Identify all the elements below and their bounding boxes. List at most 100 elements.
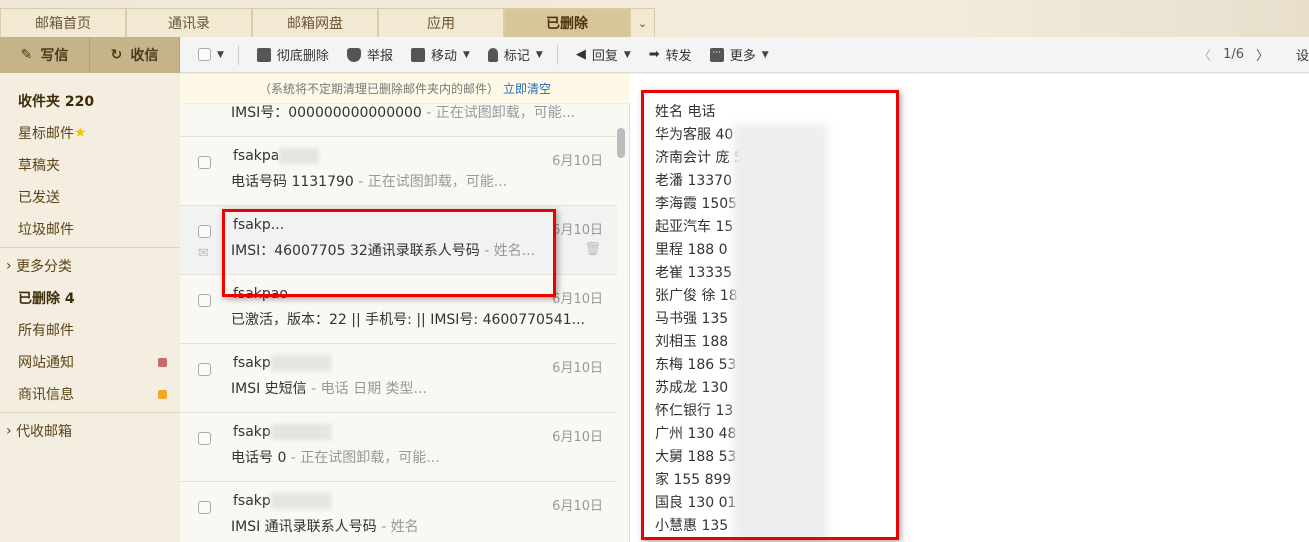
divider — [0, 412, 180, 413]
email-row[interactable]: fsakp 6月10日 IMSI 史短信 - 电话 日期 类型... — [180, 344, 617, 413]
sidebar-item-deleted[interactable]: 已删除 4 — [0, 282, 180, 314]
email-subject: IMSI 史短信 - 电话 日期 类型... — [231, 381, 427, 397]
sidebar-item-spam[interactable]: 垃圾邮件 — [0, 213, 180, 245]
tab-drive[interactable]: 邮箱网盘 — [252, 8, 378, 37]
sidebar-item-inbox[interactable]: 收件夹 220 — [0, 85, 180, 117]
star-icon: ★ — [74, 125, 87, 141]
list-scrollbar[interactable] — [617, 128, 625, 158]
row-checkbox[interactable] — [198, 363, 211, 376]
page-indicator: 1/6 — [1223, 47, 1244, 62]
sidebar-item-sent[interactable]: 已发送 — [0, 181, 180, 213]
label: 代收邮箱 — [16, 424, 73, 440]
label: 更多分类 — [16, 259, 73, 275]
highlight-box — [222, 209, 556, 297]
email-row[interactable]: fsakp 6月10日 IMSI 通讯录联系人号码 - 姓名 — [180, 482, 617, 542]
tab-contacts[interactable]: 通讯录 — [126, 8, 252, 37]
reply-button[interactable]: ◀ 回复 ▼ — [576, 45, 631, 64]
envelope-open-icon: ✉ — [198, 246, 209, 261]
toolbar: ▼ 彻底删除 举报 移动 ▼ 标记 ▼ ◀ 回复 ▼ ➡ 转发 ··· 更多 ▼ 〈 1/6 〉 … — [180, 37, 1309, 73]
email-row[interactable]: fsakp 6月10日电话号 0 - 正在试图卸载，可能... — [180, 413, 617, 482]
compose-label: 写信 — [40, 48, 69, 64]
move-folder-icon — [410, 47, 425, 62]
label-color-dot — [158, 389, 167, 399]
email-subject: 电话号 0 - 正在试图卸载，可能... — [231, 450, 440, 466]
label: 移动 — [430, 49, 457, 64]
receive-label: 收信 — [130, 48, 159, 64]
empty-now-link[interactable]: 立即清空 — [503, 80, 551, 97]
compose-icon: ✎ — [20, 47, 33, 63]
trash-icon[interactable]: 🗑 — [584, 242, 601, 257]
compose-button[interactable]: ✎ 写信 — [0, 37, 90, 73]
sidebar-item-external-mailbox[interactable]: › 代收邮箱 — [0, 415, 180, 447]
sidebar-item-business-info[interactable]: 商讯信息 — [0, 378, 180, 410]
divider — [0, 247, 180, 248]
trash-icon — [256, 47, 271, 62]
email-row[interactable]: fsakpa 6月10日 电话号码 1131790 - 正在试图卸载，可能... — [180, 137, 617, 206]
tabs-dropdown-button[interactable]: ⌄ — [630, 8, 655, 37]
email-subject: IMSI号：000000000000000 - 正在试图卸载，可能... — [231, 105, 576, 121]
redaction-blur — [279, 148, 320, 164]
label: 彻底删除 — [276, 49, 329, 64]
label: 商讯信息 — [18, 387, 74, 403]
chevron-right-icon: › — [6, 423, 17, 439]
row-checkbox[interactable] — [198, 156, 211, 169]
email-list: IMSI号：000000000000000 - 正在试图卸载，可能... fsa… — [180, 104, 630, 542]
email-date: 6月10日 — [552, 361, 603, 376]
next-page-icon[interactable]: 〉 — [1256, 45, 1269, 64]
label-color-dot — [158, 357, 167, 367]
chevron-down-icon: ▼ — [535, 49, 543, 60]
chevron-down-icon: ▼ — [462, 49, 470, 60]
tab-apps[interactable]: 应用 — [378, 8, 504, 37]
email-sender: fsakpa — [233, 148, 320, 164]
chevron-down-icon: ▼ — [623, 49, 631, 60]
tab-deleted[interactable]: 已删除 — [504, 8, 630, 37]
highlight-box — [641, 90, 899, 540]
notice-text: （系统将不定期清理已删除邮件夹内的邮件） — [258, 82, 499, 96]
sidebar-item-drafts[interactable]: 草稿夹 — [0, 149, 180, 181]
sidebar-item-more-categories[interactable]: › 更多分类 — [0, 250, 180, 282]
email-subject: IMSI 通讯录联系人号码 - 姓名 — [231, 519, 419, 535]
shield-icon — [346, 47, 361, 62]
row-checkbox[interactable] — [198, 432, 211, 445]
tag-icon — [487, 47, 498, 62]
label: 转发 — [665, 49, 692, 64]
notice-bar: （系统将不定期清理已删除邮件夹内的邮件） 立即清空 — [180, 74, 630, 104]
report-button[interactable]: 举报 — [346, 45, 393, 64]
email-date: 6月10日 — [552, 499, 603, 514]
receive-button[interactable]: ↻ 收信 — [90, 37, 180, 73]
email-subject: 已激活，版本：22 || 手机号: || IMSI号: 4600770541..… — [231, 312, 586, 328]
label: 更多 — [729, 49, 756, 64]
label: 网站通知 — [18, 355, 74, 371]
more-icon: ··· — [709, 47, 724, 62]
redaction-blur — [270, 493, 331, 509]
sidebar-item-site-notices[interactable]: 网站通知 — [0, 346, 180, 378]
more-button[interactable]: ··· 更多 ▼ — [709, 45, 769, 64]
sidebar-item-starred[interactable]: 星标邮件 ★ — [0, 117, 180, 149]
select-all-checkbox[interactable]: ▼ — [198, 48, 224, 61]
top-tabs: 邮箱首页 通讯录 邮箱网盘 应用 已删除 ⌄ — [0, 8, 655, 37]
email-subject: 电话号码 1131790 - 正在试图卸载，可能... — [231, 174, 508, 190]
row-checkbox[interactable] — [198, 501, 211, 514]
forward-icon: ➡ — [648, 47, 660, 62]
forward-button[interactable]: ➡ 转发 — [649, 45, 692, 64]
redaction-blur — [270, 424, 331, 440]
email-row[interactable]: IMSI号：000000000000000 - 正在试图卸载，可能... — [180, 104, 617, 137]
pager: 〈 1/6 〉 — [1198, 45, 1269, 64]
email-date: 6月10日 — [552, 223, 603, 238]
mark-button[interactable]: 标记 ▼ — [487, 45, 543, 64]
email-sender: fsakp — [233, 424, 331, 440]
chevron-right-icon: › — [6, 258, 17, 274]
delete-permanently-button[interactable]: 彻底删除 — [256, 45, 329, 64]
prev-page-icon[interactable]: 〈 — [1198, 45, 1211, 64]
settings-button[interactable]: 设 — [1296, 45, 1309, 64]
tab-home[interactable]: 邮箱首页 — [0, 8, 126, 37]
sidebar-item-all-mail[interactable]: 所有邮件 — [0, 314, 180, 346]
row-checkbox[interactable] — [198, 225, 211, 238]
email-date: 6月10日 — [552, 430, 603, 445]
email-sender: fsakp — [233, 493, 331, 509]
move-button[interactable]: 移动 ▼ — [410, 45, 470, 64]
label: 回复 — [591, 49, 618, 64]
reply-icon: ◀ — [575, 47, 586, 62]
row-checkbox[interactable] — [198, 294, 211, 307]
chevron-down-icon: ▼ — [761, 49, 769, 60]
